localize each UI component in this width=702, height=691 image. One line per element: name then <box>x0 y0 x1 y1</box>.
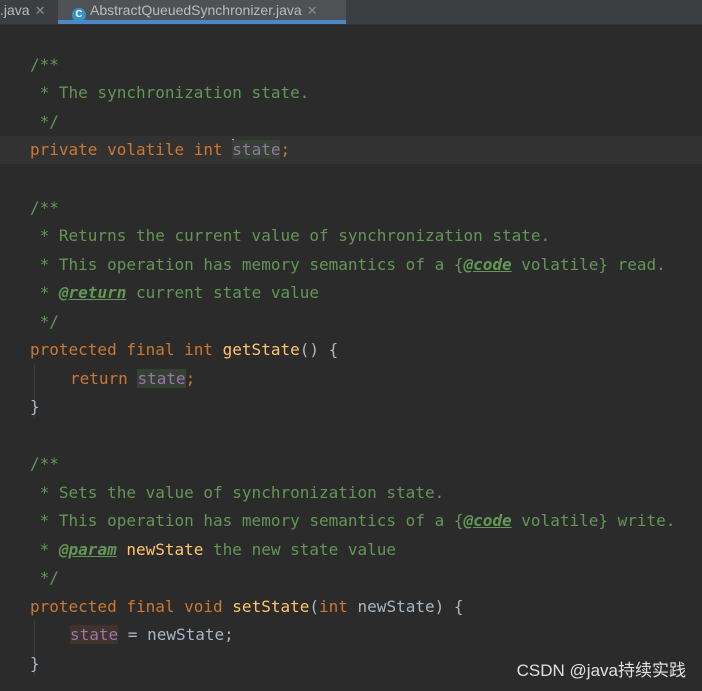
tab-previous-file[interactable]: .java ✕ <box>0 0 45 24</box>
tab-label: .java <box>0 2 30 18</box>
code-line: * @param newState the new state value <box>30 540 397 559</box>
code-line: * Sets the value of synchronization stat… <box>30 483 445 502</box>
code-line: } <box>30 397 40 416</box>
close-icon[interactable]: ✕ <box>307 3 318 18</box>
close-icon[interactable]: ✕ <box>35 3 46 18</box>
code-line: /** <box>30 454 59 473</box>
tab-label: AbstractQueuedSynchronizer.java <box>90 2 302 18</box>
code-line: */ <box>30 112 59 131</box>
active-tab-indicator <box>58 20 346 24</box>
code-editor[interactable]: /** * The synchronization state. */ priv… <box>0 25 702 691</box>
code-line: * This operation has memory semantics of… <box>30 255 666 274</box>
code-line: protected final void setState(int newSta… <box>30 597 464 616</box>
code-line: } <box>30 654 40 673</box>
code-line: protected final int getState() { <box>30 340 339 359</box>
code-line: return state; <box>70 369 196 388</box>
code-line: state = newState; <box>70 625 234 644</box>
code-line: * This operation has memory semantics of… <box>30 511 676 530</box>
field-state: state <box>232 140 281 159</box>
code-line: * @return current state value <box>30 283 319 302</box>
watermark: CSDN @java持续实践 <box>516 661 686 680</box>
code-line: * The synchronization state. <box>30 83 310 102</box>
editor-tab-bar: .java ✕ C AbstractQueuedSynchronizer.java ✕ <box>0 0 702 25</box>
code-line: */ <box>30 568 59 587</box>
code-line: private volatile int state; <box>30 139 291 159</box>
code-line: * Returns the current value of synchroni… <box>30 226 551 245</box>
code-line: */ <box>30 312 59 331</box>
code-line: /** <box>30 55 59 74</box>
code-line: /** <box>30 198 59 217</box>
